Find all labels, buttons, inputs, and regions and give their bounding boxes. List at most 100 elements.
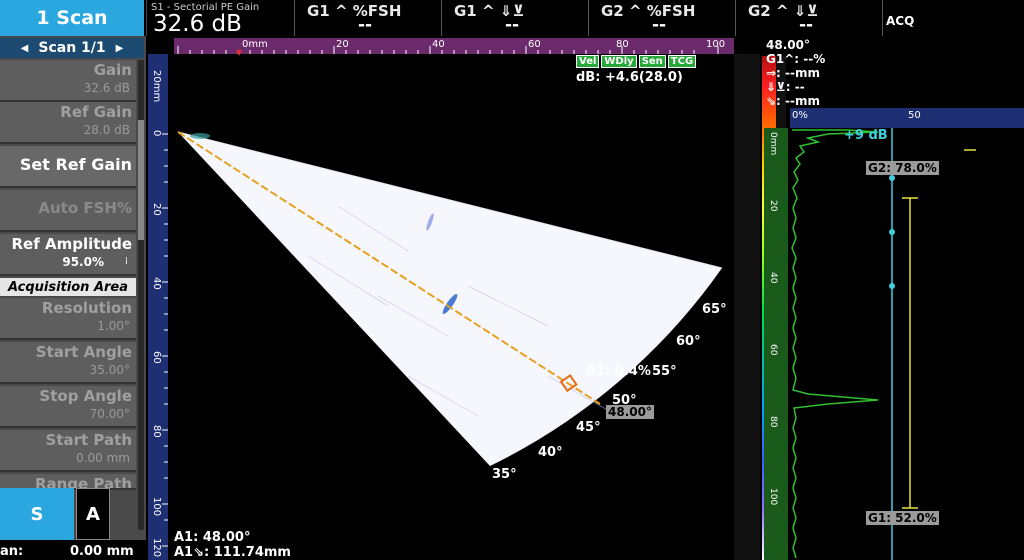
a1-angle-readout: A1: 48.00°: [174, 530, 251, 545]
stop-angle-label: Stop Angle: [39, 387, 132, 405]
left-ruler-tick: 100: [151, 497, 162, 517]
wdly-badge: WDly: [601, 55, 637, 68]
ref-gain-button[interactable]: Ref Gain 28.0 dB: [0, 102, 136, 144]
start-angle-button[interactable]: Start Angle 35.00°: [0, 342, 136, 384]
amplitude-ruler[interactable]: [790, 108, 1024, 128]
gain-label: Gain: [93, 61, 132, 79]
ref-gain-label: Ref Gain: [60, 103, 132, 121]
scan-selector[interactable]: ◀ Scan 1/1 ▶: [0, 38, 144, 58]
right-diag-readout: ⇘: --mm: [766, 94, 820, 108]
angle-label: 60°: [676, 334, 701, 349]
depth-tick: 100: [768, 488, 778, 506]
chevron-left-icon[interactable]: ◀: [21, 43, 29, 54]
reading-value: --: [504, 15, 520, 35]
ref-amplitude-label: Ref Amplitude: [11, 235, 133, 253]
right-angle-readout: 48.00°: [766, 38, 810, 52]
set-ref-gain-button[interactable]: Set Ref Gain: [0, 146, 136, 188]
sen-badge: Sen: [638, 55, 666, 68]
ruler-marker-icon[interactable]: [236, 50, 242, 56]
scan-tab[interactable]: 1 Scan: [0, 0, 144, 36]
set-ref-gain-label: Set Ref Gain: [19, 155, 132, 174]
depth-tick: 0mm: [768, 132, 778, 156]
cursor-angle-tag: 48.00°: [606, 405, 654, 419]
amplitude-tick: 50: [908, 110, 921, 121]
resolution-label: Resolution: [41, 299, 132, 317]
a1-path-readout: A1⇘: 111.74mm: [174, 545, 291, 560]
palette-ruler: [734, 54, 760, 560]
amplitude-tick: 0%: [792, 110, 808, 121]
reading-value: --: [651, 15, 667, 35]
chevron-right-icon[interactable]: ▶: [116, 43, 124, 54]
ref-gain-value: 28.0 dB: [83, 123, 130, 137]
g2-gate-label: G2: 78.0%: [866, 161, 939, 175]
gain-value: 32.6 dB: [153, 11, 242, 37]
reading-g1-depth[interactable]: G1 ^ ⇓⊻ --: [441, 0, 582, 36]
tcg-badge: TCG: [667, 55, 697, 68]
stop-angle-button[interactable]: Stop Angle 70.00°: [0, 386, 136, 428]
top-ruler-unit: 0mm: [242, 39, 268, 50]
reading-value: --: [357, 15, 373, 35]
depth-tick: 20: [768, 200, 778, 212]
resolution-value: 1.00°: [97, 319, 130, 333]
acq-indicator: ACQ: [886, 14, 915, 28]
depth-tick: 40: [768, 272, 778, 284]
depth-tick: 80: [768, 416, 778, 428]
left-ruler-tick: 120: [151, 538, 162, 558]
ref-amplitude-button[interactable]: Ref Amplitude 95.0% ⁞: [0, 234, 136, 276]
status-badges: Vel WDly Sen TCG: [576, 55, 697, 68]
right-arrow-readout: ⇒: --mm: [766, 66, 820, 80]
gain-field-value: 32.6 dB: [83, 81, 130, 95]
right-g1-readout: G1^: --%: [766, 52, 826, 66]
ref-amplitude-value: 95.0%: [62, 255, 104, 269]
left-ruler-unit: 20mm: [151, 70, 162, 103]
divider: [882, 0, 883, 36]
reading-g2-fsh[interactable]: G2 ^ %FSH --: [588, 0, 729, 36]
top-ruler-tick: 80: [616, 39, 629, 50]
gain-button[interactable]: Gain 32.6 dB: [0, 60, 136, 102]
left-ruler-tick: 60: [151, 351, 162, 364]
scan-axis-value: 0.00 mm: [70, 544, 134, 559]
left-ruler-tick: 40: [151, 277, 162, 290]
depth-tick: 60: [768, 344, 778, 356]
top-ruler-tick: 60: [528, 39, 541, 50]
angle-label: 55°: [652, 364, 677, 379]
resolution-button[interactable]: Resolution 1.00°: [0, 298, 136, 340]
a-scan-waveform[interactable]: [788, 128, 1024, 560]
left-ruler-tick: 0: [151, 130, 162, 137]
left-ruler-tick: 20: [151, 203, 162, 216]
angle-label: 35°: [492, 467, 517, 482]
left-scrollbar[interactable]: [138, 60, 144, 530]
auto-fsh-label: Auto FSH%: [38, 199, 132, 217]
scroll-thumb[interactable]: [138, 120, 144, 240]
left-ruler-tick: 80: [151, 425, 162, 438]
start-path-label: Start Path: [45, 431, 132, 449]
acquisition-area-section: Acquisition Area: [0, 278, 136, 296]
cursor-amplitude: A1: 0.4%: [586, 364, 651, 379]
angle-label: 45°: [576, 420, 601, 435]
vel-badge: Vel: [576, 55, 600, 68]
start-angle-label: Start Angle: [35, 343, 132, 361]
stop-angle-value: 70.00°: [89, 407, 130, 421]
right-depth-readout: ⇓⊻: --: [766, 80, 805, 94]
start-path-button[interactable]: Start Path 0.00 mm: [0, 430, 136, 472]
auto-fsh-button[interactable]: Auto FSH%: [0, 190, 136, 232]
start-angle-value: 35.00°: [89, 363, 130, 377]
spinner-icon[interactable]: ⁞: [125, 256, 128, 267]
top-ruler-tick: 20: [336, 39, 349, 50]
reading-g2-depth[interactable]: G2 ^ ⇓⊻ --: [735, 0, 876, 36]
angle-label: 40°: [538, 445, 563, 460]
scan-selector-label: Scan 1/1: [38, 40, 106, 56]
sector-canvas[interactable]: [148, 36, 762, 560]
reading-value: --: [798, 15, 814, 35]
g1-gate-label: G1: 52.0%: [866, 511, 939, 525]
angle-label: 65°: [702, 302, 727, 317]
s-view-button[interactable]: S: [0, 488, 74, 540]
start-path-value: 0.00 mm: [76, 451, 130, 465]
a-view-button[interactable]: A: [76, 488, 110, 540]
reading-g1-fsh[interactable]: G1 ^ %FSH --: [294, 0, 435, 36]
scan-axis-label: an:: [0, 544, 24, 559]
top-ruler-tick: 40: [432, 39, 445, 50]
db-readout: dB: +4.6(28.0): [576, 70, 683, 85]
gain-display[interactable]: S1 - Sectorial PE Gain 32.6 dB: [146, 0, 293, 37]
top-ruler-tick: 100: [706, 39, 726, 50]
